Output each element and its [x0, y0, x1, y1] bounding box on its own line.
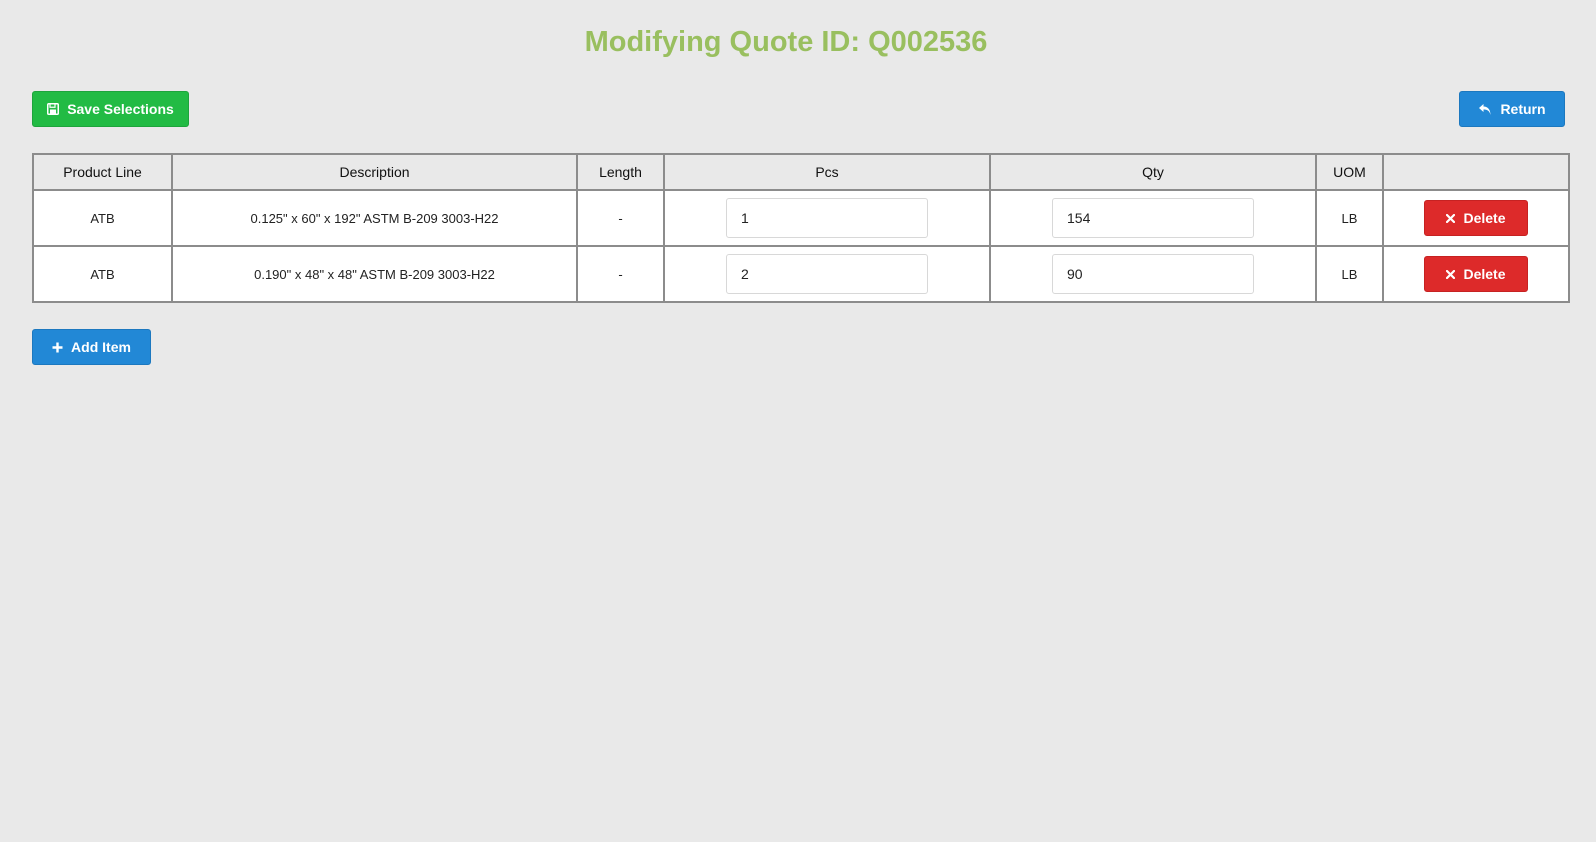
- column-header-actions: [1382, 153, 1570, 191]
- add-item-label: Add Item: [71, 339, 131, 355]
- column-header-product-line: Product Line: [32, 153, 173, 191]
- column-header-length: Length: [576, 153, 665, 191]
- plus-icon: [52, 342, 63, 353]
- table-header-row: Product Line Description Length Pcs Qty …: [32, 153, 1570, 191]
- qty-cell: [989, 245, 1317, 303]
- pcs-cell: [663, 189, 991, 247]
- product-line-cell: ATB: [32, 189, 173, 247]
- delete-label: Delete: [1463, 210, 1506, 226]
- qty-input[interactable]: [1052, 198, 1254, 238]
- add-item-button[interactable]: Add Item: [32, 329, 151, 365]
- delete-button[interactable]: Delete: [1424, 200, 1528, 236]
- return-label: Return: [1500, 101, 1546, 117]
- column-header-pcs: Pcs: [663, 153, 991, 191]
- save-selections-label: Save Selections: [67, 101, 174, 117]
- pcs-input[interactable]: [726, 198, 928, 238]
- column-header-uom: UOM: [1315, 153, 1384, 191]
- table-row: ATB 0.125" x 60" x 192" ASTM B-209 3003-…: [32, 189, 1570, 247]
- column-header-qty: Qty: [989, 153, 1317, 191]
- length-cell: -: [576, 245, 665, 303]
- page: Modifying Quote ID: Q002536 Save Selecti…: [0, 0, 1596, 842]
- x-icon: [1446, 213, 1456, 223]
- pcs-input[interactable]: [726, 254, 928, 294]
- page-title: Modifying Quote ID: Q002536: [584, 26, 988, 58]
- undo-arrow-icon: [1478, 103, 1492, 116]
- quote-items-table: Product Line Description Length Pcs Qty …: [32, 153, 1570, 303]
- length-cell: -: [576, 189, 665, 247]
- table-row: ATB 0.190" x 48" x 48" ASTM B-209 3003-H…: [32, 245, 1570, 303]
- uom-cell: LB: [1315, 189, 1384, 247]
- description-cell: 0.125" x 60" x 192" ASTM B-209 3003-H22: [171, 189, 578, 247]
- delete-button[interactable]: Delete: [1424, 256, 1528, 292]
- description-cell: 0.190" x 48" x 48" ASTM B-209 3003-H22: [171, 245, 578, 303]
- save-selections-button[interactable]: Save Selections: [32, 91, 189, 127]
- column-header-description: Description: [171, 153, 578, 191]
- delete-label: Delete: [1463, 266, 1506, 282]
- pcs-cell: [663, 245, 991, 303]
- floppy-disk-icon: [47, 103, 60, 115]
- quote-items-table-container: Product Line Description Length Pcs Qty …: [32, 153, 1570, 303]
- return-button[interactable]: Return: [1459, 91, 1565, 127]
- actions-cell: Delete: [1382, 189, 1570, 247]
- uom-cell: LB: [1315, 245, 1384, 303]
- product-line-cell: ATB: [32, 245, 173, 303]
- x-icon: [1446, 269, 1456, 279]
- qty-cell: [989, 189, 1317, 247]
- qty-input[interactable]: [1052, 254, 1254, 294]
- actions-cell: Delete: [1382, 245, 1570, 303]
